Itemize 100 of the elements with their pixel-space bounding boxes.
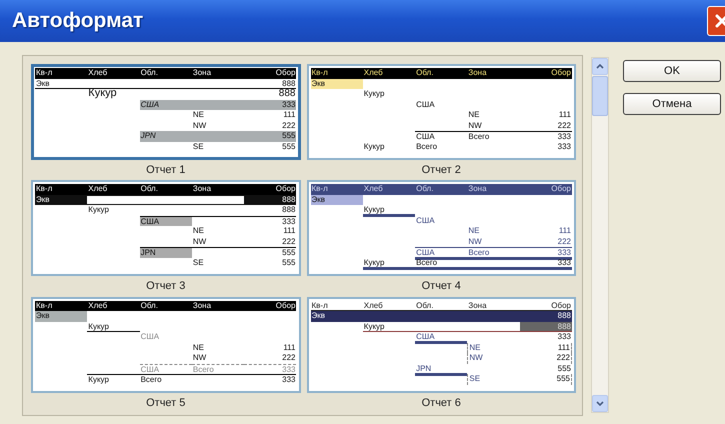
- report-label: Отчет 2: [422, 164, 461, 176]
- zone-cell-text: NE: [467, 226, 481, 237]
- bread-cell-text: Кукур: [362, 89, 386, 100]
- cancel-button[interactable]: Отмена: [623, 93, 721, 115]
- region-cell: США: [415, 332, 468, 344]
- total-cell-text: 222: [556, 120, 572, 131]
- total-cell: 222: [520, 353, 572, 364]
- zone-cell-text: NE: [192, 226, 206, 237]
- column-header: Обор: [244, 184, 296, 195]
- region-cell: США: [415, 131, 468, 142]
- table-cell: [87, 194, 140, 206]
- column-header: Обор: [520, 68, 572, 78]
- column-header: Обл.: [140, 184, 192, 195]
- column-header: Обл.: [140, 68, 192, 78]
- report-preview[interactable]: Кв-л Хлеб Обл. Зона Обор Экв Кукур США NE 111 NW 222 США Всего 333 Кукур Всего 333: [306, 180, 576, 276]
- total-cell-text: 111: [282, 342, 296, 354]
- total-cell-text: 111: [282, 110, 296, 120]
- zone-cell-text: SE: [192, 258, 205, 268]
- total-cell: 333: [244, 100, 296, 110]
- zone-cell-text: NW: [192, 236, 208, 248]
- report-label: Отчет 6: [422, 396, 461, 409]
- total-cell: 555: [520, 374, 572, 385]
- bread-cell-text: Кукур: [87, 89, 118, 100]
- column-header: Кв-л: [35, 68, 88, 78]
- zone-cell-text: NE: [467, 110, 481, 120]
- report-preview[interactable]: Кв-л Хлеб Обл. Зона Обор Экв Кукур США NE 111 NW 222 США Всего 333 Кукур Всего 333: [306, 64, 576, 160]
- report-preview[interactable]: Кв-л Хлеб Обл. Зона Обор Экв 888 Кукур 888 США 333 NE 111 NW 222 JPN 555 SE 555: [306, 296, 576, 393]
- region-cell-text: США: [415, 216, 436, 226]
- zone-cell-text: NE: [192, 342, 206, 354]
- column-header: Зона: [467, 300, 520, 312]
- bread-cell-text: Кукур: [87, 205, 110, 216]
- zone-cell-text: NW: [467, 120, 483, 131]
- report-label: Отчет 5: [146, 396, 186, 409]
- total-cell: 333: [244, 364, 296, 374]
- total-cell-text: 555: [281, 258, 296, 268]
- column-header: Хлеб: [87, 184, 140, 195]
- ok-button[interactable]: OK: [623, 60, 721, 82]
- total-cell-text: 333: [556, 332, 572, 344]
- column-header: Кв-л: [310, 68, 363, 78]
- region-cell-text: США: [415, 100, 436, 110]
- zone-cell: Всего: [467, 131, 520, 142]
- zone-cell: Всего: [192, 364, 244, 374]
- quarter-cell: Экв: [35, 194, 88, 206]
- column-header: Хлеб: [87, 68, 140, 78]
- region-cell: США: [415, 247, 468, 260]
- bread-cell: Кукур: [87, 374, 140, 385]
- total-cell: 888: [520, 322, 572, 332]
- column-header: Обл.: [415, 68, 468, 78]
- zone-cell-text: SE: [192, 142, 205, 152]
- report-label: Отчет 1: [146, 164, 186, 176]
- total-cell: 333: [520, 258, 572, 270]
- window-title: Автоформат: [12, 9, 144, 33]
- report-preview[interactable]: Кв-л Хлеб Обл. Зона Обор Экв 888 Кукур 888 США 333 NE 111 NW 222 JPN 555 SE 555: [31, 64, 300, 160]
- column-header: Кв-л: [35, 300, 88, 312]
- total-cell: 555: [244, 247, 296, 258]
- column-header: Зона: [192, 184, 244, 195]
- column-header: Обор: [244, 300, 296, 312]
- zone-cell: NW: [467, 353, 520, 364]
- column-header: Зона: [467, 68, 520, 78]
- quarter-cell: Экв: [310, 78, 363, 89]
- total-cell-text: 222: [281, 353, 296, 364]
- zone-cell-text: NW: [467, 236, 483, 248]
- column-header: Обл.: [415, 184, 468, 195]
- zone-cell: SE: [467, 374, 520, 385]
- column-header: Зона: [192, 300, 244, 312]
- total-cell-text: 222: [556, 236, 572, 248]
- column-header: Обор: [520, 184, 572, 195]
- region-cell: JPN: [415, 364, 468, 376]
- total-cell: 555: [244, 131, 296, 142]
- total-cell-text: 333: [556, 142, 572, 152]
- region-cell: Всего: [415, 258, 468, 270]
- quarter-cell: Экв: [35, 311, 88, 322]
- column-header: Хлеб: [362, 184, 416, 195]
- report-preview[interactable]: Кв-л Хлеб Обл. Зона Обор Экв Кукур США NE 111 NW 222 США Всего 333 Кукур Всего 333: [31, 296, 300, 393]
- bread-cell: Кукур: [362, 258, 416, 270]
- region-cell: JPN: [140, 247, 192, 258]
- quarter-cell: Экв: [35, 78, 88, 89]
- total-cell-text: 111: [282, 226, 296, 237]
- column-header: Обл.: [140, 300, 192, 312]
- report-preview[interactable]: Кв-л Хлеб Обл. Зона Обор Экв 888 Кукур 888 США 333 NE 111 NW 222 JPN 555 SE 555: [31, 180, 300, 276]
- column-header: Обор: [520, 300, 572, 312]
- zone-cell-text: NE: [192, 110, 206, 120]
- region-cell: Всего: [140, 374, 192, 385]
- total-cell-text: 222: [281, 120, 296, 131]
- region-cell: США: [140, 364, 192, 374]
- total-cell: 333: [244, 374, 296, 385]
- total-cell-text: 111: [558, 110, 572, 120]
- quarter-cell: Экв: [310, 311, 363, 322]
- scroll-up-button[interactable]: [592, 58, 608, 75]
- column-header: Хлеб: [362, 300, 416, 312]
- scroll-thumb[interactable]: [592, 76, 608, 116]
- column-header: Хлеб: [362, 68, 416, 78]
- scrollbar[interactable]: [591, 57, 609, 413]
- column-header: Обл.: [415, 300, 468, 312]
- scroll-down-button[interactable]: [592, 395, 608, 412]
- column-header: Обор: [244, 68, 296, 78]
- total-cell-text: 888: [281, 205, 296, 216]
- column-header: Зона: [192, 68, 244, 78]
- total-cell: 888: [244, 194, 296, 206]
- region-cell: США: [140, 100, 192, 110]
